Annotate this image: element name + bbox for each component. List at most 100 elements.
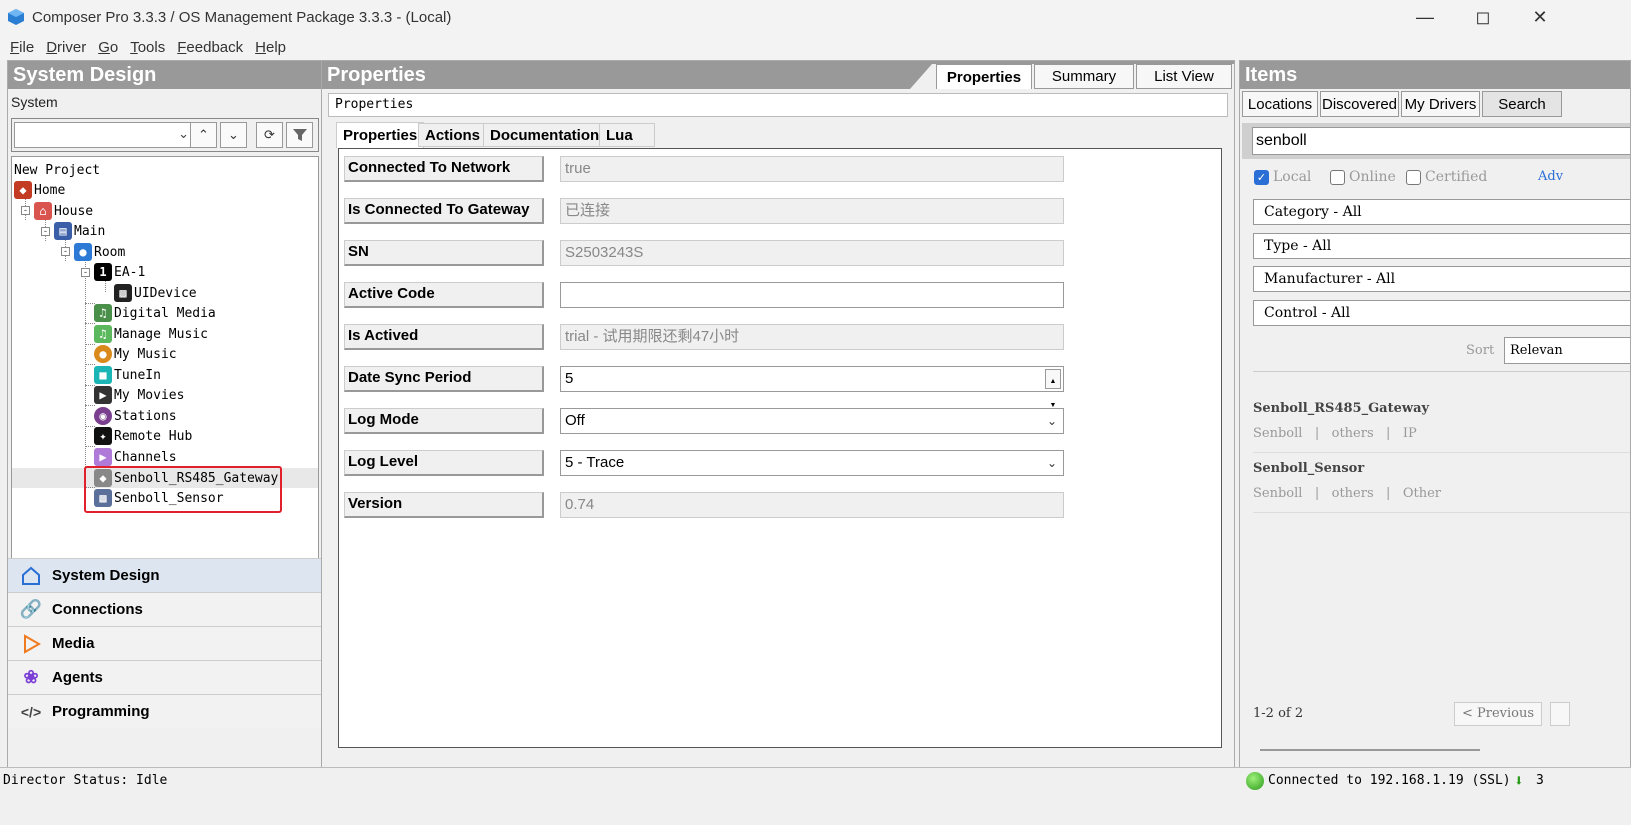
maximize-icon[interactable]: ◻ [1454,0,1512,34]
tab-my-drivers[interactable]: My Drivers [1401,91,1480,117]
result-category: others [1331,486,1374,501]
nav-label: System Design [52,567,160,584]
menu-tools[interactable]: Tools [130,39,165,56]
certified-checkbox[interactable]: Certified [1406,169,1487,185]
subtab-actions[interactable]: Actions [418,123,488,147]
menu-file[interactable]: File [10,39,34,56]
collapse-icon[interactable]: - [61,247,70,256]
subtab-documentation[interactable]: Documentation [483,123,607,147]
download-icon[interactable]: ⬇ [1514,771,1524,790]
menu-driver[interactable]: Driver [46,39,86,56]
tree-node-tunein[interactable]: ■ TuneIn [94,365,161,385]
result-item[interactable]: Senboll_RS485_Gateway Senboll | others |… [1253,401,1630,453]
manufacturer-filter[interactable]: Manufacturer - All [1253,266,1630,292]
tree-node-channels[interactable]: ▶ Channels [94,447,177,467]
previous-button[interactable]: < Previous [1454,702,1542,726]
tree-combo[interactable]: ⌄ [14,122,194,148]
tree-node-house[interactable]: ⌂ House [34,201,93,221]
search-input[interactable]: senboll [1252,127,1630,155]
system-design-panel: System Design System ⌄ ⌃ ⌄ ⟳ - - - - New… [7,60,328,792]
result-maker: Senboll [1253,486,1303,501]
collapse-icon[interactable]: - [41,227,50,236]
project-tree[interactable]: - - - - New Project ◆ Home ⌂ House ▤ Main ●… [11,156,319,611]
checkbox-label: Online [1349,169,1396,185]
digital-media-icon: ♫ [94,304,112,322]
local-checkbox[interactable]: ✓ Local [1254,169,1311,185]
nav-programming[interactable]: </> Programming [8,694,327,728]
tree-node-my-movies[interactable]: ▶ My Movies [94,385,184,405]
nav-agents[interactable]: ❀ Agents [8,660,327,694]
tree-node-remote-hub[interactable]: ✦ Remote Hub [94,426,192,446]
menu-feedback[interactable]: Feedback [177,39,243,56]
tab-list-view[interactable]: List View [1136,64,1232,89]
checkbox-label: Local [1273,169,1312,185]
advanced-link[interactable]: Adv [1538,169,1563,184]
type-filter[interactable]: Type - All [1253,233,1630,259]
tab-locations[interactable]: Locations [1242,91,1318,117]
stepper-value: 5 [565,370,574,387]
control-filter[interactable]: Control - All [1253,300,1630,326]
subtab-lua[interactable]: Lua [599,123,655,147]
tree-node-project[interactable]: New Project [14,160,100,180]
nav-label: Connections [52,601,143,618]
my-music-icon: ● [94,345,112,363]
tab-search[interactable]: Search [1482,91,1562,117]
subtab-properties[interactable]: Properties [336,122,425,148]
checkbox-box [1406,169,1421,185]
nav-media[interactable]: Media [8,626,327,660]
tree-node-label: Manage Music [114,326,208,342]
nav-connections[interactable]: 🔗 Connections [8,592,327,626]
move-up-button[interactable]: ⌃ [190,122,217,148]
tree-node-digital-media[interactable]: ♫ Digital Media [94,303,216,323]
status-bar: Director Status: Idle Connected to 192.1… [0,767,1631,793]
move-down-button[interactable]: ⌄ [220,122,247,148]
tree-node-stations[interactable]: ◉ Stations [94,406,177,426]
spin-buttons[interactable]: ▲ ▼ [1045,369,1061,409]
prop-label: Version [344,492,544,518]
next-button[interactable] [1550,702,1570,726]
tab-properties[interactable]: Properties [936,64,1032,89]
tree-node-room[interactable]: ● Room [74,242,125,262]
tree-node-label: Stations [114,408,177,424]
tree-node-uidevice[interactable]: ▩ UIDevice [114,283,197,303]
tree-node-ea1[interactable]: 1 EA-1 [94,262,145,282]
log-mode-select[interactable]: Off ⌄ [560,408,1064,434]
sort-select[interactable]: Relevan [1504,337,1630,364]
spin-up-icon[interactable]: ▲ [1050,370,1057,394]
tree-node-label: My Music [114,346,177,362]
window-title: Composer Pro 3.3.3 / OS Management Packa… [32,8,452,26]
menu-go[interactable]: Go [98,39,118,56]
tree-node-manage-music[interactable]: ♫ Manage Music [94,324,208,344]
checkbox-box [1330,169,1345,185]
prop-version-value: 0.74 [560,492,1064,518]
active-code-input[interactable] [560,282,1064,308]
prop-label: Is Connected To Gateway [344,198,544,224]
tree-node-label: Digital Media [114,305,216,321]
filter-button[interactable] [286,122,313,148]
refresh-button[interactable]: ⟳ [256,122,283,148]
horizontal-scrollbar[interactable] [1260,749,1480,751]
properties-panel: Properties Properties Summary List View … [321,60,1235,792]
online-checkbox[interactable]: Online [1330,169,1396,185]
log-level-select[interactable]: 5 - Trace ⌄ [560,450,1064,476]
nav-system-design[interactable]: System Design [8,558,327,592]
nav-label: Programming [52,703,150,720]
tab-summary[interactable]: Summary [1034,64,1134,89]
tree-node-label: My Movies [114,387,185,403]
result-item[interactable]: Senboll_Sensor Senboll | others | Other [1253,461,1630,513]
category-filter[interactable]: Category - All [1253,199,1630,225]
collapse-icon[interactable]: - [21,206,30,215]
tunein-icon: ■ [94,366,112,384]
minimize-icon[interactable]: — [1396,0,1454,34]
tree-node-home[interactable]: ◆ Home [14,180,65,200]
tab-discovered[interactable]: Discovered [1320,91,1399,117]
menu-help[interactable]: Help [255,39,286,56]
home-icon: ◆ [14,181,32,199]
prop-sn-value: S2503243S [560,240,1064,266]
close-icon[interactable]: ✕ [1511,0,1569,34]
tree-node-main[interactable]: ▤ Main [54,221,105,241]
collapse-icon[interactable]: - [81,268,90,277]
tree-node-my-music[interactable]: ● My Music [94,344,177,364]
prop-is-actived-value: trial - 试用期限还剩47小时 [560,324,1064,350]
date-sync-period-stepper[interactable]: 5 ▲ ▼ [560,366,1064,409]
